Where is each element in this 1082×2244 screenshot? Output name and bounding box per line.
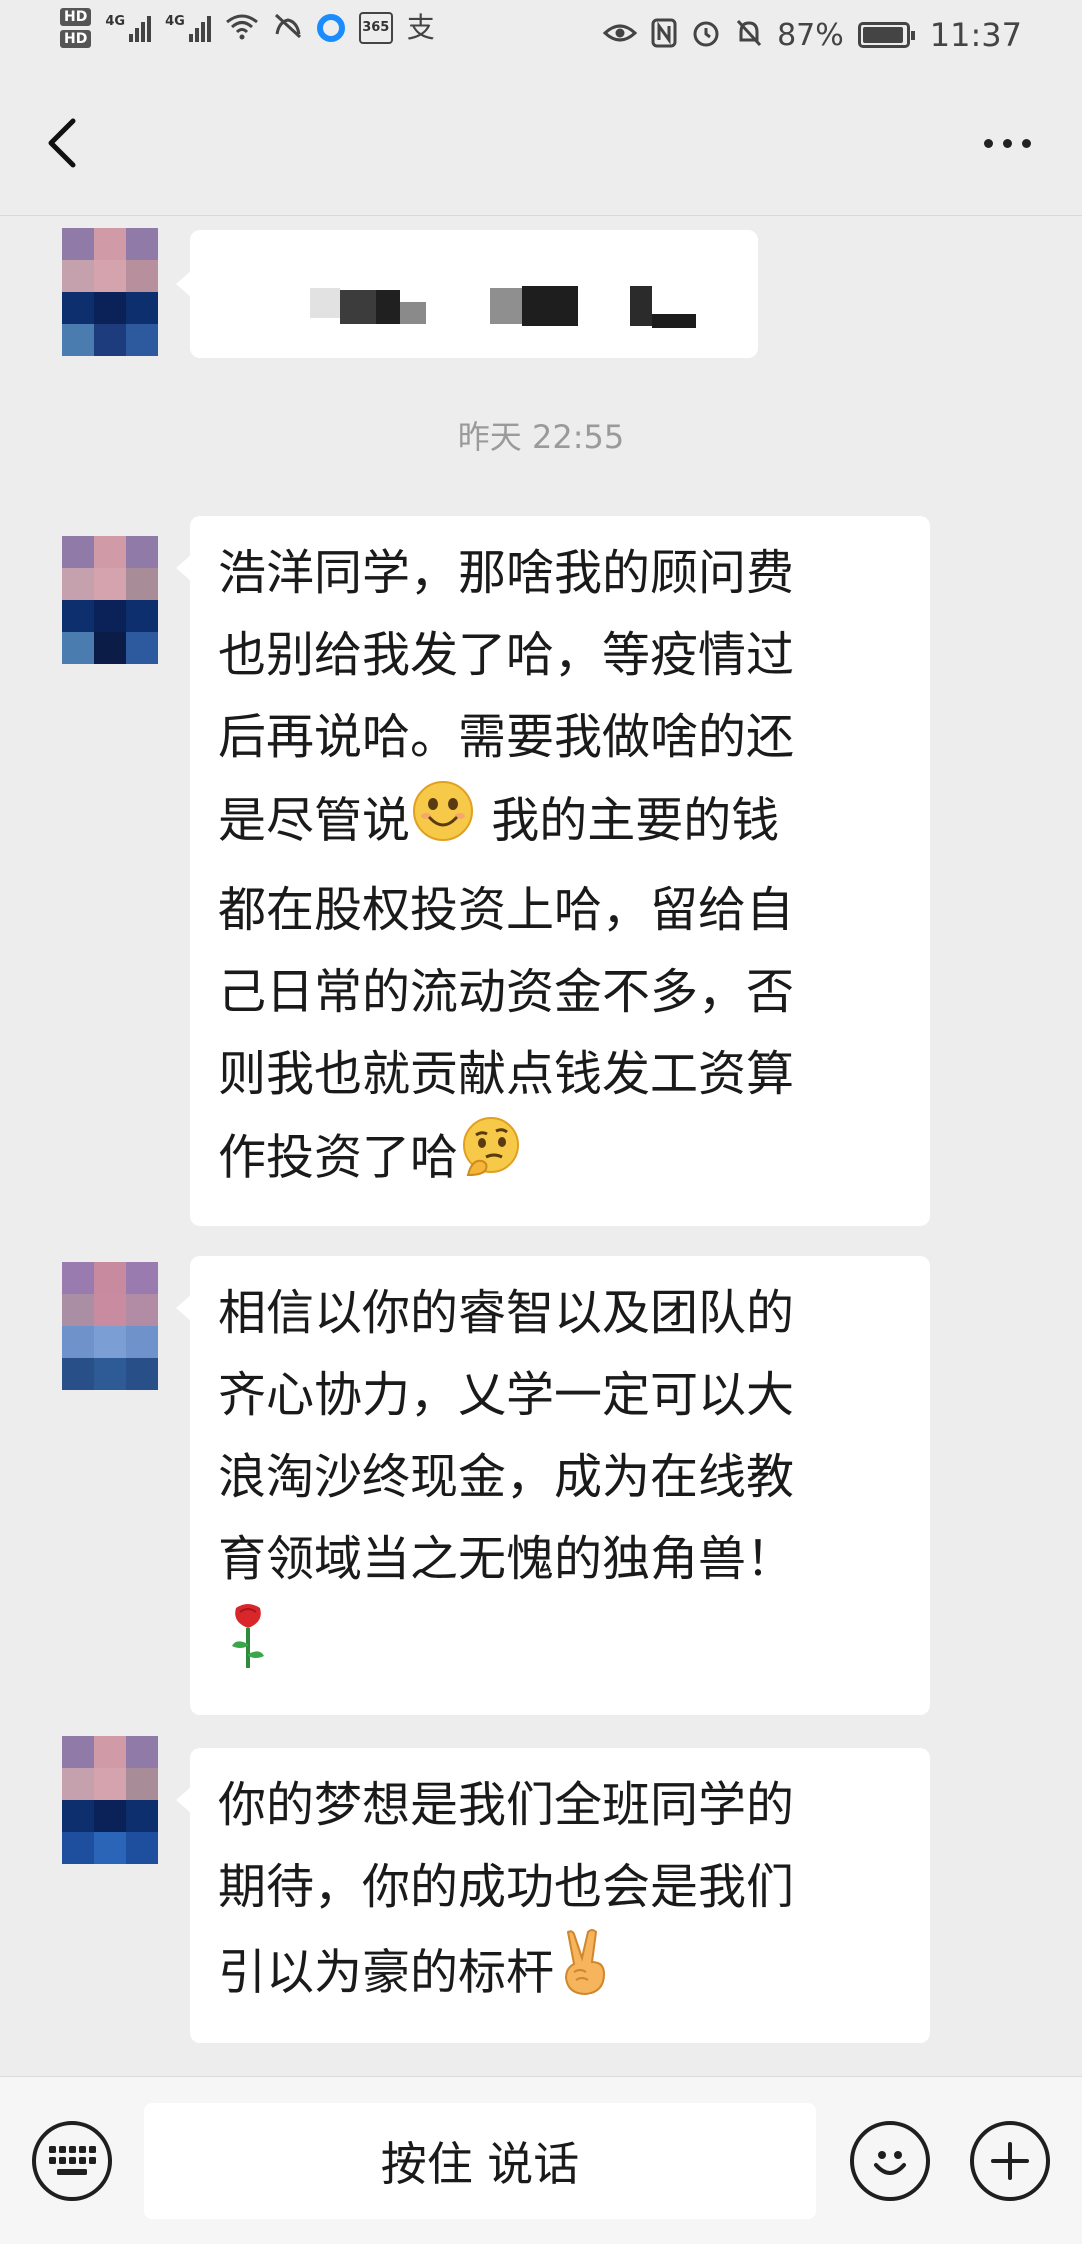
clock-time: 11:37: [929, 16, 1022, 54]
message-text: 是尽管说: [218, 792, 411, 849]
battery-icon: [857, 22, 915, 48]
avatar[interactable]: [62, 1736, 158, 1864]
message-line: 你的梦想是我们全班同学的: [218, 1777, 795, 1833]
status-right: 87% 11:37: [602, 16, 1022, 54]
hd-tag-1: HD: [60, 8, 92, 26]
smile-emoji-icon: [410, 778, 476, 869]
keyboard-icon: [49, 2146, 96, 2175]
message-line: 都在股权投资上哈，留给自: [218, 882, 795, 938]
message-line-with-emoji: 作投资了哈: [218, 1115, 902, 1206]
message-line: 齐心协力，乂学一定可以大: [218, 1367, 795, 1423]
thinking-emoji-icon: [458, 1115, 524, 1206]
message-line: 育领域当之无愧的独角兽！: [218, 1531, 795, 1587]
redacted-message-bubble[interactable]: [176, 230, 758, 358]
chat-area[interactable]: 昨天 22:55 浩洋同学，那啥我的顾问费 也别给我发了哈，等疫情过 后再说哈。…: [0, 216, 1082, 2076]
message-text: 我的主要的钱: [476, 792, 780, 849]
keyboard-toggle-button[interactable]: [32, 2121, 112, 2201]
calendar-app-icon: 365: [358, 12, 393, 44]
chevron-left-icon: [48, 118, 76, 168]
mute-icon: [735, 18, 763, 53]
alarm-icon: [691, 18, 721, 53]
status-bar: HD HD 4G 4G 365 支 87% 11:37: [0, 0, 1082, 70]
message-timestamp: 昨天 22:55: [457, 418, 625, 456]
emoji-button[interactable]: [850, 2121, 930, 2201]
more-options-button[interactable]: [972, 128, 1042, 158]
avatar[interactable]: [62, 228, 158, 356]
message-line-with-emoji: 是尽管说 我的主要的钱: [218, 778, 902, 869]
avatar[interactable]: [62, 536, 158, 664]
avatar[interactable]: [62, 1262, 158, 1390]
eye-icon: [602, 21, 638, 50]
victory-hand-emoji-icon: [554, 1928, 614, 2023]
message-text: 引以为豪的标杆: [218, 1944, 555, 2001]
emoji-icon: [874, 2151, 906, 2175]
network-type-label: 4G: [105, 14, 126, 29]
message-bubble[interactable]: 浩洋同学，那啥我的顾问费 也别给我发了哈，等疫情过 后再说哈。需要我做啥的还 是…: [176, 516, 930, 1226]
message-line: 也别给我发了哈，等疫情过: [218, 627, 795, 683]
message-line: 浩洋同学，那啥我的顾问费: [218, 545, 795, 601]
alipay-icon: 支: [406, 11, 435, 44]
hd-indicator: HD HD: [60, 8, 92, 48]
message-line-with-emoji: 引以为豪的标杆: [218, 1928, 902, 2023]
message-text: 作投资了哈: [218, 1129, 459, 1186]
message-bubble[interactable]: 相信以你的睿智以及团队的 齐心协力，乂学一定可以大 浪淘沙终现金，成为在线教 育…: [176, 1256, 930, 1715]
input-bar: 按住 说话: [0, 2076, 1082, 2244]
message-line: 浪淘沙终现金，成为在线教: [218, 1449, 795, 1505]
wifi-icon: [225, 12, 259, 45]
message-line: 后再说哈。需要我做啥的还: [218, 709, 795, 765]
dot-icon: [1021, 138, 1031, 148]
message-bubble[interactable]: 你的梦想是我们全班同学的 期待，你的成功也会是我们 引以为豪的标杆: [176, 1748, 930, 2043]
dot-icon: [1002, 138, 1012, 148]
more-functions-button[interactable]: [970, 2121, 1050, 2201]
hd-tag-2: HD: [60, 30, 92, 48]
rose-emoji-icon: [218, 1600, 278, 1695]
nfc-icon: [651, 18, 677, 53]
message-line: 相信以你的睿智以及团队的: [218, 1285, 795, 1341]
dot-icon: [983, 138, 993, 148]
plus-icon: [991, 2142, 1029, 2180]
hold-to-talk-button[interactable]: 按住 说话: [144, 2103, 816, 2219]
chat-title-redacted: [120, 122, 600, 182]
signal-icon: 4G: [105, 14, 152, 42]
message-line: 则我也就贡献点钱发工资算: [218, 1046, 795, 1102]
message-line: 期待，你的成功也会是我们: [218, 1859, 795, 1915]
signal-icon-2: 4G: [165, 14, 211, 42]
battery-percent: 87%: [777, 17, 844, 53]
chat-header: [0, 70, 1082, 216]
message-line-with-emoji: [218, 1600, 902, 1695]
no-call-icon: [273, 12, 303, 45]
status-left: HD HD 4G 4G 365 支: [60, 8, 435, 48]
browser-app-icon: [316, 14, 345, 42]
message-line: 己日常的流动资金不多，否: [218, 964, 795, 1020]
back-button[interactable]: [36, 108, 86, 178]
network-type-label-2: 4G: [165, 14, 185, 29]
